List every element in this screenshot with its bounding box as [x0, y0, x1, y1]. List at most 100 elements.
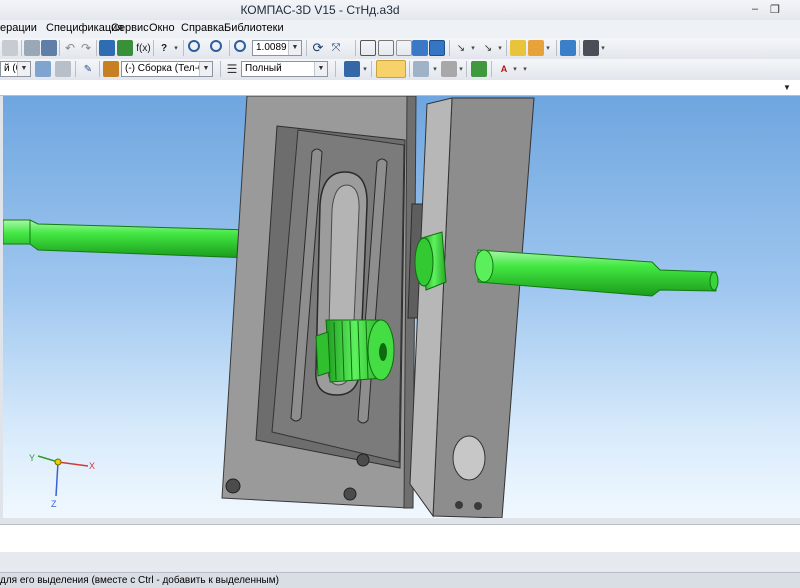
chevron-down-icon[interactable]: ▾ [458, 63, 464, 75]
help-pointer-icon[interactable]: ? [156, 40, 172, 56]
3d-viewport[interactable]: X Y Z [3, 96, 800, 518]
editing-icon[interactable]: ✎ [80, 61, 96, 77]
edit-component-icon[interactable] [103, 61, 119, 77]
toolbar-separator [75, 61, 76, 77]
chevron-down-icon[interactable]: ▼ [780, 81, 794, 93]
menu-service[interactable]: Сервис [111, 22, 149, 34]
toolbar-separator [153, 40, 154, 56]
perspective-icon[interactable] [528, 40, 544, 56]
chevron-down-icon[interactable]: ▾ [512, 63, 518, 75]
chevron-down-icon[interactable]: ▼ [288, 41, 301, 55]
assembly-context-combo[interactable]: (-) Сборка (Тел-0, С ▼ [121, 61, 213, 77]
orientation-triad: X Y Z [29, 453, 95, 509]
toolbar-options-icon[interactable]: ▾ [600, 42, 606, 54]
toolbar-separator [579, 40, 580, 56]
section-icon[interactable] [510, 40, 526, 56]
variables-icon[interactable]: f(x) [135, 40, 152, 56]
plate-hole [356, 453, 370, 467]
plate-hole [225, 478, 241, 494]
chevron-down-icon[interactable]: ▾ [470, 42, 476, 54]
right-shaft-end [474, 249, 494, 283]
toolbar-separator [59, 40, 60, 56]
text-style-icon[interactable]: A [496, 61, 512, 77]
menu-libraries[interactable]: Библиотеки [224, 22, 284, 34]
left-shaft[interactable] [3, 219, 251, 259]
status-text: для его выделения (вместе с Ctrl - добав… [0, 575, 279, 586]
window-title: КОМПАС-3D V15 - СтНд.a3d [240, 3, 400, 17]
zoom-scale-value: 1.0089 [256, 42, 287, 53]
calculator-icon[interactable] [471, 61, 487, 77]
triad-z-label: Z [51, 499, 57, 509]
state-icon[interactable] [35, 61, 51, 77]
toolbar-options-icon[interactable]: ▾ [522, 63, 528, 75]
toolbar-separator [306, 40, 307, 56]
measure-icon[interactable] [413, 61, 429, 77]
zoom-scale-field[interactable]: 1.0089 ▼ [252, 40, 302, 56]
thin-hidden-lines-icon[interactable] [396, 40, 412, 56]
toolbar-separator [371, 61, 372, 77]
filter-icon[interactable] [344, 61, 360, 77]
chevron-down-icon[interactable]: ▼ [314, 62, 327, 76]
zoom-icon[interactable] [234, 40, 246, 52]
wireframe-icon[interactable] [360, 40, 376, 56]
hidden-lines-icon[interactable] [378, 40, 394, 56]
chevron-down-icon[interactable]: ▾ [432, 63, 438, 75]
title-bar: КОМПАС-3D V15 - СтНд.a3d – ❐ [0, 0, 800, 20]
standard-toolbar: ↶ ↷ f(x) ? ▾ 1.0089 ▼ ⟳ ⤧ ↘ ▾ ↘ ▾ ▾ ▾ [0, 38, 800, 60]
chevron-down-icon[interactable]: ▾ [545, 42, 551, 54]
cut-icon[interactable] [2, 40, 18, 56]
toolbar-separator [335, 61, 336, 77]
properties-icon[interactable] [24, 40, 40, 56]
restore-button[interactable]: ❐ [770, 3, 780, 16]
color-icon[interactable] [376, 60, 406, 78]
display-mode-combo[interactable]: Полный ▼ [241, 61, 328, 77]
triad-x-label: X [89, 461, 95, 471]
chevron-down-icon[interactable]: ▼ [199, 62, 212, 76]
mcp-icon[interactable] [441, 61, 457, 77]
undo-icon[interactable]: ↶ [62, 40, 78, 56]
gear-shaft-stub [315, 331, 331, 377]
redo-icon[interactable]: ↷ [78, 40, 94, 56]
zoom-in-icon[interactable] [210, 40, 222, 52]
toolbar-separator [491, 61, 492, 77]
document-tab-strip: ▼ [0, 80, 800, 96]
list-icon[interactable]: ☰ [224, 61, 240, 77]
chevron-down-icon[interactable]: ▼ [17, 62, 30, 76]
bottom-panel [0, 552, 800, 572]
toolbar-separator [466, 61, 467, 77]
shaded-with-edges-icon[interactable] [429, 40, 445, 56]
zoom-window-icon[interactable] [188, 40, 200, 52]
origin-icon[interactable]: ↘ [453, 40, 469, 56]
axis-icon[interactable]: ↘ [480, 40, 496, 56]
shaded-icon[interactable] [412, 40, 428, 56]
triad-y-label: Y [29, 453, 35, 463]
right-bar-hole [455, 501, 463, 509]
display-mode-value: Полный [245, 63, 282, 74]
menu-window[interactable]: Окно [149, 22, 175, 34]
toolbar-options-icon[interactable]: ▾ [173, 42, 179, 54]
library-manager-icon[interactable] [117, 40, 133, 56]
table-icon[interactable] [41, 40, 57, 56]
view-manager-icon[interactable] [560, 40, 576, 56]
menu-operations[interactable]: ерации [0, 22, 37, 34]
chevron-down-icon[interactable]: ▾ [497, 42, 503, 54]
chevron-down-icon[interactable]: ▾ [362, 63, 368, 75]
toolbar-separator [355, 40, 356, 56]
display-icon[interactable] [583, 40, 599, 56]
right-bar-hole [474, 502, 482, 510]
right-bar-hole [452, 435, 486, 481]
toolbar-separator [96, 40, 97, 56]
model-scene: X Y Z [3, 96, 719, 518]
rotate-icon[interactable]: ⟳ [310, 40, 326, 56]
properties-toolbar: й (0) ▼ ✎ (-) Сборка (Тел-0, С ▼ ☰ Полны… [0, 59, 800, 81]
minimize-button[interactable]: – [752, 3, 758, 15]
menu-help[interactable]: Справка [181, 22, 224, 34]
copy-properties-icon[interactable] [55, 61, 71, 77]
manager-icon[interactable] [99, 40, 115, 56]
command-panel[interactable] [0, 524, 800, 553]
layer-combo[interactable]: й (0) ▼ [0, 61, 31, 77]
menu-bar: ерации Спецификация Сервис Окно Справка … [0, 20, 800, 38]
plate-hole [343, 487, 357, 501]
orientation-icon[interactable]: ⤧ [328, 40, 344, 56]
toolbar-separator [449, 40, 450, 56]
